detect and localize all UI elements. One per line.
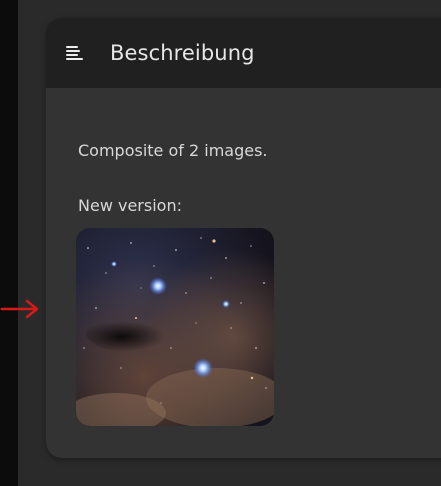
- description-header[interactable]: Beschreibung: [46, 18, 441, 88]
- description-title: Beschreibung: [110, 41, 255, 65]
- page: Beschreibung Composite of 2 images. New …: [0, 0, 441, 486]
- nebula-image: [76, 228, 274, 426]
- text-lines-icon: [66, 45, 84, 61]
- red-arrow-icon: [0, 299, 39, 319]
- nebula-thumbnail[interactable]: [76, 228, 274, 426]
- description-line-composite: Composite of 2 images.: [78, 141, 268, 160]
- description-line-new-version: New version:: [78, 196, 182, 215]
- description-card: Beschreibung Composite of 2 images. New …: [46, 18, 441, 458]
- description-body: Composite of 2 images. New version:: [46, 88, 441, 458]
